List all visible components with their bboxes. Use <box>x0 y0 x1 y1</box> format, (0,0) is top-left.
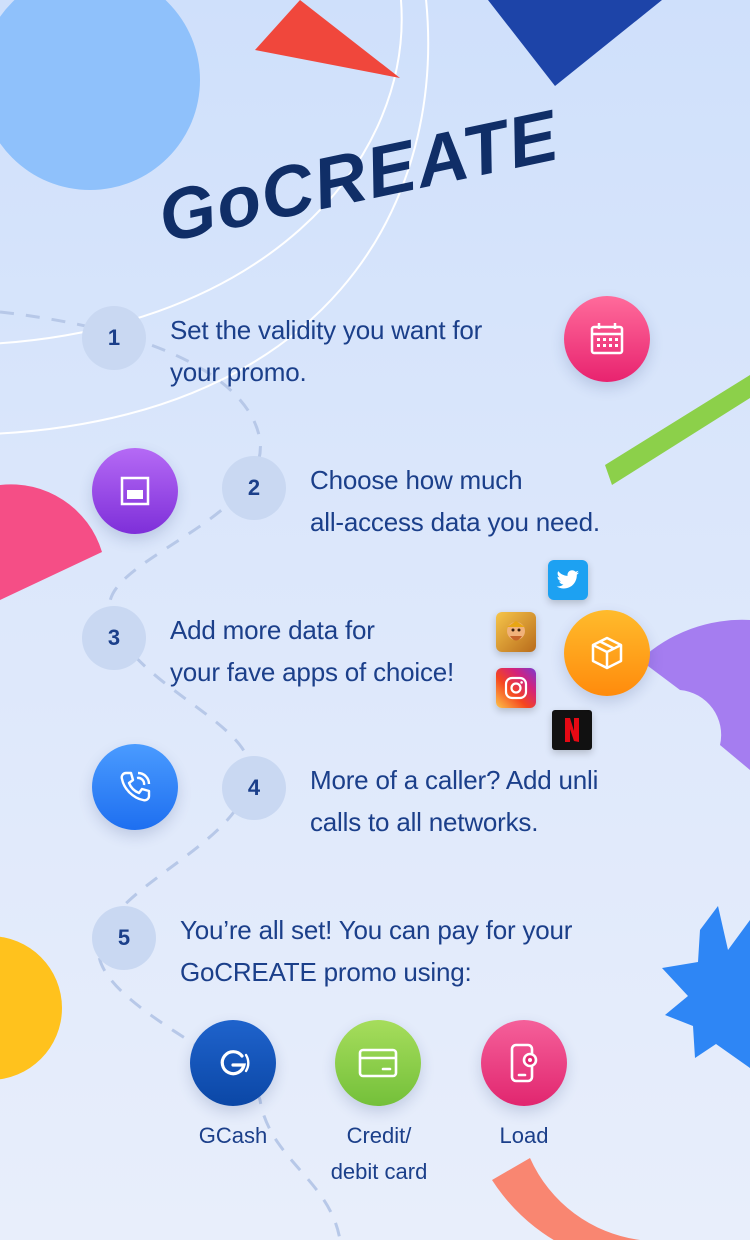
twitter-icon <box>548 560 588 600</box>
step-number: 3 <box>82 606 146 670</box>
blue-circle-shape <box>0 0 200 190</box>
payment-label-line: Credit/ <box>346 1123 412 1148</box>
step-text-line: Set the validity you want for <box>170 315 483 345</box>
blue-triangle-shape <box>488 0 662 86</box>
load-phone-icon[interactable] <box>481 1020 567 1106</box>
instagram-icon <box>496 668 536 708</box>
gocreate-guide-page: GoCREATE 1 Set the validity you want for… <box>0 0 750 1240</box>
step-text-line: calls to all networks. <box>310 807 539 837</box>
step-text-line: Add more data for <box>170 615 375 645</box>
phone-call-icon <box>92 744 178 830</box>
step-text-line: your promo. <box>170 357 307 387</box>
step-number: 5 <box>92 906 156 970</box>
payment-label-card: Credit/ debit card <box>304 1118 454 1190</box>
blue-starburst-shape <box>662 906 750 1068</box>
step-text-line: Choose how much <box>310 465 523 495</box>
step-number: 4 <box>222 756 286 820</box>
step-text-line: More of a caller? Add unli <box>310 765 599 795</box>
green-stick-shape <box>605 375 750 485</box>
step-4-text: More of a caller? Add unli calls to all … <box>310 759 598 843</box>
step-5-text: You’re all set! You can pay for your GoC… <box>180 909 572 993</box>
step-text-line: You’re all set! You can pay for your <box>180 915 573 945</box>
netflix-icon <box>552 710 592 750</box>
box-icon <box>564 610 650 696</box>
step-number: 1 <box>82 306 146 370</box>
step-1-text: Set the validity you want for your promo… <box>170 309 482 393</box>
yellow-circle-shape <box>0 936 62 1080</box>
step-text-line: GoCREATE promo using: <box>180 957 472 987</box>
step-2-text: Choose how much all-access data you need… <box>310 459 600 543</box>
payment-label-load: Load <box>449 1118 599 1154</box>
step-text-line: all-access data you need. <box>310 507 600 537</box>
step-number: 2 <box>222 456 286 520</box>
step-3-text: Add more data for your fave apps of choi… <box>170 609 454 693</box>
red-triangle-shape <box>255 0 400 78</box>
payment-label-gcash: GCash <box>158 1118 308 1154</box>
payment-label-line: debit card <box>330 1159 428 1184</box>
payment-label-line: GCash <box>198 1123 268 1148</box>
card-icon[interactable] <box>335 1020 421 1106</box>
gcash-icon[interactable] <box>190 1020 276 1106</box>
coral-ring-shape <box>492 1158 750 1240</box>
step-text-line: your fave apps of choice! <box>170 657 455 687</box>
clash-of-clans-icon <box>496 612 536 652</box>
purple-ring-shape <box>640 619 750 770</box>
pink-semicircle-shape <box>0 484 102 600</box>
payment-label-line: Load <box>499 1123 549 1148</box>
calendar-icon <box>564 296 650 382</box>
data-bar-icon <box>92 448 178 534</box>
